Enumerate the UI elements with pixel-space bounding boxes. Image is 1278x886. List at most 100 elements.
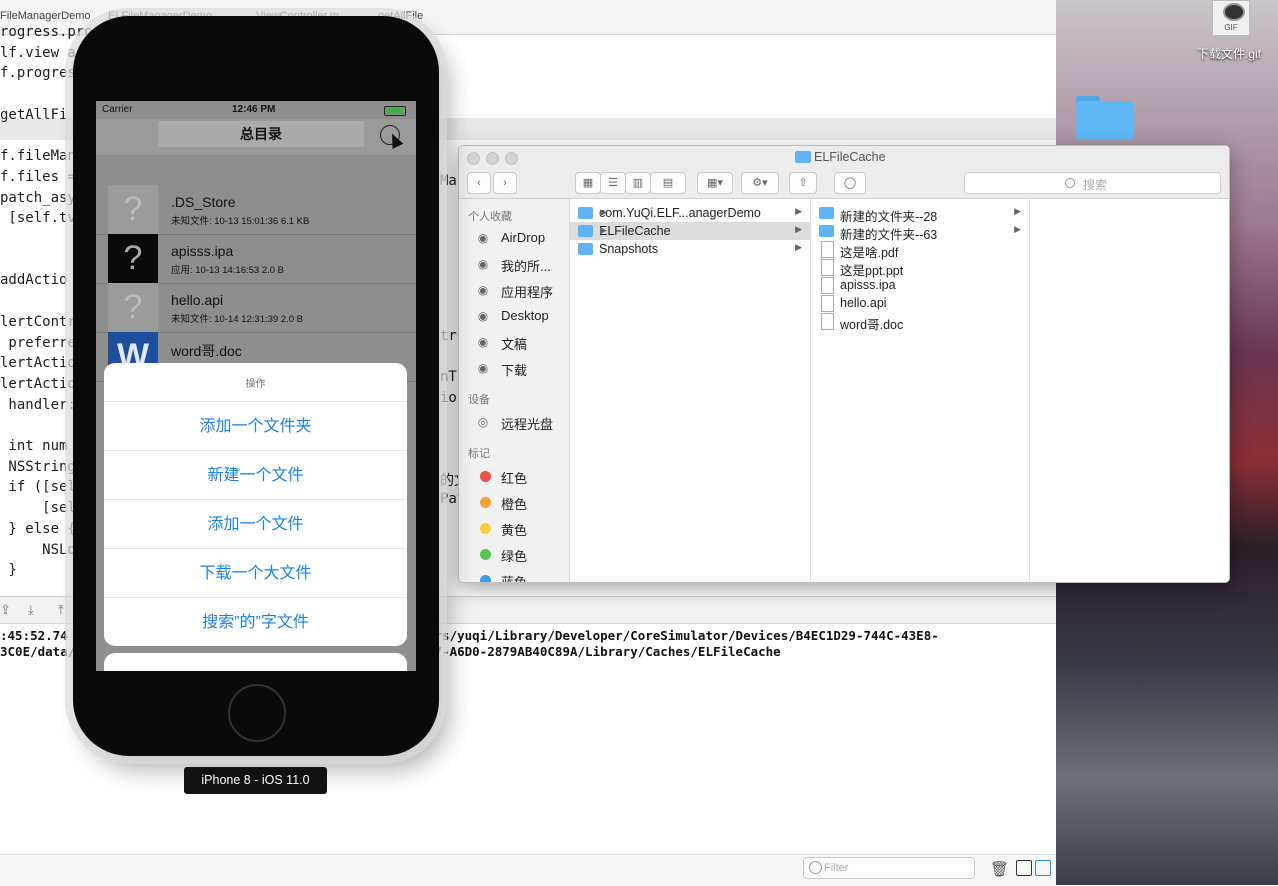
gif-file-icon[interactable]: GIF <box>1212 0 1250 36</box>
file-row[interactable]: ? hello.api 未知文件: 10-14 12:31:39 2.0 B <box>96 283 416 333</box>
code-line: NSString <box>0 458 76 475</box>
code-line: [sel <box>0 500 76 517</box>
console-line: ers/yuqi/Library/Developer/CoreSimulator… <box>427 628 939 643</box>
code-line: patch_asy <box>0 189 76 206</box>
downloads-icon: ◉ <box>477 361 489 375</box>
step-over-icon[interactable]: ⇪ <box>0 602 11 618</box>
action-sheet-button[interactable]: 新建一个文件 <box>104 450 407 500</box>
folder-icon <box>819 225 834 237</box>
tag-icon[interactable]: ◯ <box>834 172 866 194</box>
filter-placeholder: Filter <box>824 862 849 874</box>
code-line: lf.view ad <box>0 44 85 61</box>
variables-panel-toggle-icon[interactable] <box>1016 860 1032 876</box>
console-panel-toggle-icon[interactable] <box>1035 860 1051 876</box>
file-thumbnail-icon: ? <box>108 283 158 332</box>
file-meta: 未知文件: 10-14 12:31:39 2.0 B <box>171 314 304 325</box>
sidebar-tag[interactable]: 橙色 <box>477 494 527 513</box>
gallery-view-button[interactable]: ▤ <box>650 172 686 194</box>
simulator-screen[interactable]: Carrier 12:46 PM 总目录 ? .DS_Store 未知文件: 10-… <box>96 101 416 671</box>
sidebar-section-header: 个人收藏 <box>468 211 512 223</box>
disclosure-arrow-icon: ▶ <box>1014 206 1021 216</box>
finder-sidebar: 个人收藏 ◉ AirDrop ◉ 我的所... ◉ 应用程序 ◉ Desktop ◉ 文稿 ◉ 下载设备… <box>459 199 570 582</box>
tag-color-dot <box>480 549 491 560</box>
airdrop-icon: ◉ <box>477 231 489 245</box>
sidebar-item[interactable]: ◉ 我的所... <box>477 256 551 275</box>
disc-icon: ◎ <box>477 415 489 429</box>
action-sheet-button[interactable]: 添加一个文件 <box>104 499 407 549</box>
list-view-button[interactable]: ☰ <box>600 172 626 194</box>
action-sheet-button[interactable]: 下载一个大文件 <box>104 548 407 598</box>
finder-row[interactable]: 新建的文件夹--28 ▶ <box>811 204 1029 224</box>
console-line: :45:52.74 <box>0 628 68 643</box>
desktop-folder-icon[interactable] <box>1076 96 1134 140</box>
finder-row-name: com.YuQi.ELF...anagerDemo <box>599 206 761 220</box>
finder-search-field[interactable]: 搜索 <box>964 172 1221 194</box>
group-button[interactable]: ▦▾ <box>697 172 733 194</box>
step-into-icon[interactable]: ⤓ <box>28 602 34 618</box>
sidebar-item[interactable]: ◎ 远程光盘 <box>477 414 553 433</box>
finder-row[interactable]: 这是啥.pdf <box>811 240 1029 260</box>
applications-icon: ◉ <box>477 283 489 297</box>
cancel-label: 取消 <box>104 667 407 671</box>
code-line: NSLo <box>0 541 76 558</box>
folder-icon <box>795 151 811 163</box>
finder-row[interactable]: 这是ppt.ppt <box>811 258 1029 278</box>
jump-bar-project[interactable]: FileManagerDemo <box>0 10 90 22</box>
sidebar-section-header: 标记 <box>468 448 490 460</box>
finder-row[interactable]: apisss.ipa <box>811 276 1029 294</box>
finder-titlebar[interactable]: ELFileCache <box>459 146 1229 168</box>
step-out-icon[interactable]: ⤒ <box>58 602 64 618</box>
disclosure-arrow-icon: ▶ <box>600 207 607 217</box>
finder-window: ELFileCache ‹ › ▦ ☰ ▥ ▤ ▦▾ ⚙▾ ⇧ ◯ 搜索 个人收… <box>458 145 1230 583</box>
file-row[interactable]: ? .DS_Store 未知文件: 10-13 15:01:36 6.1 KB <box>96 185 416 235</box>
finder-row[interactable]: word哥.doc <box>811 312 1029 332</box>
sidebar-tag[interactable]: 绿色 <box>477 546 527 565</box>
code-line: handler: <box>0 396 76 413</box>
file-icon <box>821 241 834 258</box>
code-line: getAllFi <box>0 106 68 123</box>
folder-body <box>1076 101 1134 140</box>
finder-row[interactable]: Snapshots ▶ <box>570 240 810 258</box>
trash-icon[interactable]: 🗑 <box>990 860 1009 878</box>
action-sheet-button[interactable]: 搜索”的”字文件 <box>104 597 407 647</box>
code-line: if ([sel <box>0 479 76 496</box>
sidebar-item[interactable]: ◉ 应用程序 <box>477 282 553 301</box>
file-icon <box>821 313 834 330</box>
code-line: int num <box>0 438 68 454</box>
zoom-button[interactable] <box>505 152 518 165</box>
finder-row[interactable]: 新建的文件夹--63 ▶ <box>811 222 1029 242</box>
forward-button[interactable]: › <box>493 172 517 194</box>
close-button[interactable] <box>467 152 480 165</box>
minimize-button[interactable] <box>486 152 499 165</box>
tag-color-dot <box>480 575 491 582</box>
sidebar-tag[interactable]: 蓝色 <box>477 572 527 582</box>
finder-column-2[interactable]: 新建的文件夹--28 ▶ 新建的文件夹--63 ▶ 这是啥.pdf 这是ppt.ppt ap… <box>811 199 1030 582</box>
sidebar-item[interactable]: ◉ Desktop <box>477 308 549 323</box>
action-sheet-button[interactable]: 添加一个文件夹 <box>104 401 407 451</box>
action-gear-icon[interactable]: ⚙▾ <box>741 172 779 194</box>
gif-file-label[interactable]: 下载文件.gif <box>1180 45 1278 62</box>
home-button[interactable] <box>228 684 286 742</box>
finder-row[interactable]: hello.api <box>811 294 1029 312</box>
file-row[interactable]: ? apisss.ipa 应用: 10-13 14:16:53 2.0 B <box>96 234 416 284</box>
sidebar-section-header: 设备 <box>468 394 490 406</box>
sidebar-tag[interactable]: 红色 <box>477 468 527 487</box>
file-icon <box>821 259 834 276</box>
sidebar-item[interactable]: ◉ 文稿 <box>477 334 527 353</box>
sidebar-item[interactable]: ◉ 下载 <box>477 360 527 379</box>
sidebar-item[interactable]: ◉ AirDrop <box>477 230 545 245</box>
code-line: lertAction <box>0 355 85 372</box>
share-icon[interactable]: ⇧ <box>789 172 817 194</box>
cancel-button[interactable]: 取消 <box>104 653 407 671</box>
folder-icon <box>578 225 593 237</box>
back-button[interactable]: ‹ <box>467 172 491 194</box>
icon-view-button[interactable]: ▦ <box>575 172 601 194</box>
code-line: } else { <box>0 520 76 537</box>
tag-color-dot <box>480 523 491 534</box>
column-view-button[interactable]: ▥ <box>625 172 651 194</box>
action-sheet-title: 操作 <box>245 379 266 390</box>
console-filter-field[interactable]: Filter <box>803 857 975 879</box>
sidebar-tag[interactable]: 黄色 <box>477 520 527 539</box>
filter-icon <box>809 861 822 874</box>
finder-column-1[interactable]: com.YuQi.ELF...anagerDemo ▶ ELFileCache ▶ Sn… <box>570 199 811 582</box>
